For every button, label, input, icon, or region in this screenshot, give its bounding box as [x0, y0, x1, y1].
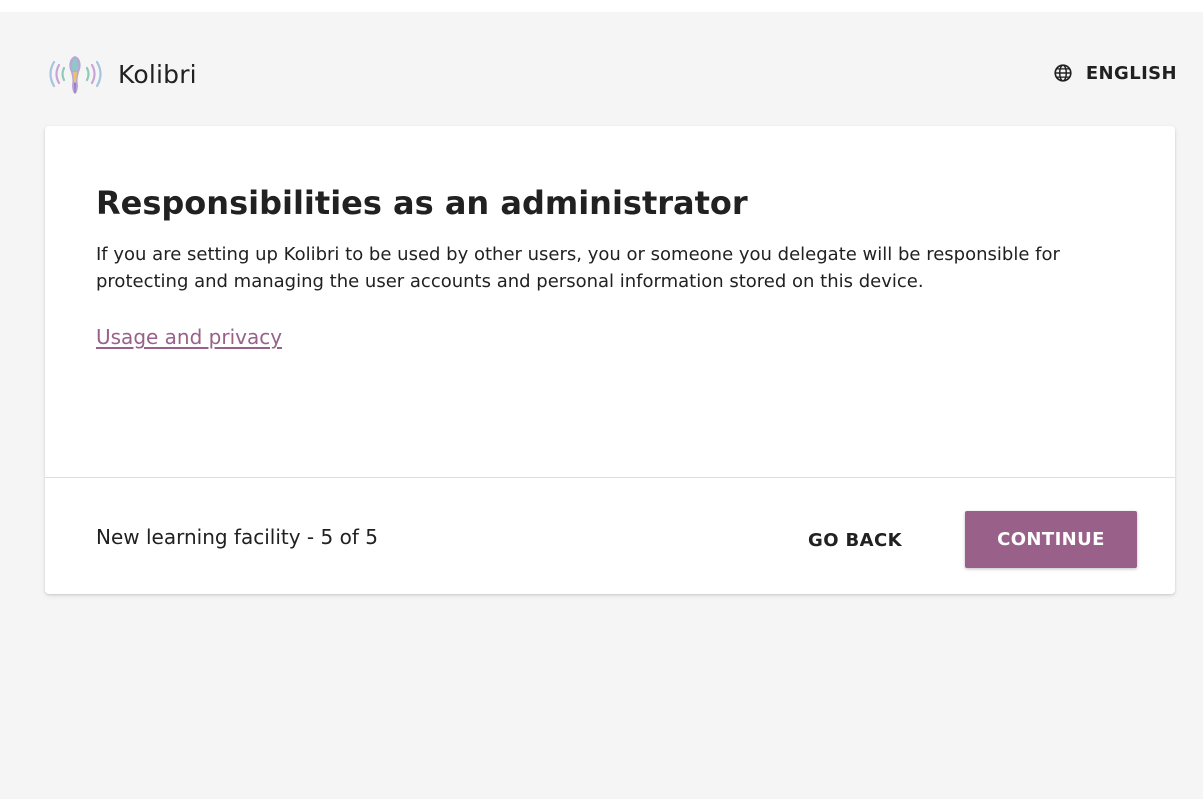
brand: Kolibri: [44, 52, 197, 96]
setup-card: Responsibilities as an administrator If …: [45, 126, 1175, 594]
language-label: ENGLISH: [1085, 62, 1177, 84]
kolibri-logo-icon: [49, 56, 102, 94]
app-header: Kolibri ENGLISH: [0, 12, 1203, 126]
card-description: If you are setting up Kolibri to be used…: [96, 244, 1060, 292]
continue-button[interactable]: CONTINUE: [965, 511, 1137, 568]
language-switcher[interactable]: ENGLISH: [1052, 62, 1177, 84]
usage-privacy-link[interactable]: Usage and privacy: [96, 325, 282, 349]
card-footer: New learning facility - 5 of 5 GO BACK C…: [45, 478, 1175, 594]
page-background: Kolibri ENGLISH Responsibilities as an a…: [0, 12, 1203, 799]
app-name: Kolibri: [118, 59, 197, 89]
card-body: Responsibilities as an administrator If …: [96, 183, 1126, 349]
globe-icon: [1054, 64, 1072, 82]
step-indicator: New learning facility - 5 of 5: [96, 525, 378, 549]
card-title: Responsibilities as an administrator: [96, 184, 748, 222]
go-back-button[interactable]: GO BACK: [790, 512, 920, 568]
